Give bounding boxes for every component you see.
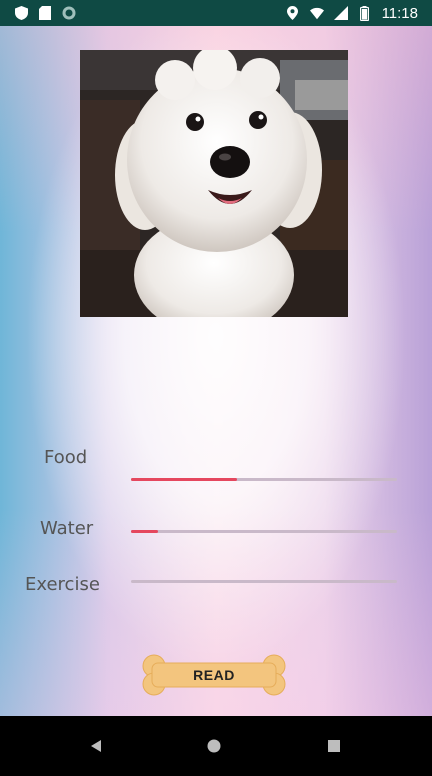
food-progress-bar	[131, 478, 397, 481]
food-progress-fill	[131, 478, 238, 481]
recents-button[interactable]	[322, 734, 346, 758]
stat-label-exercise: Exercise	[25, 574, 100, 595]
wifi-icon	[309, 6, 324, 20]
read-button[interactable]: READ	[140, 654, 288, 696]
dog-photo-graphic	[80, 50, 348, 317]
back-icon	[91, 740, 101, 752]
battery-icon	[358, 5, 372, 21]
signal-icon	[333, 6, 348, 20]
dog-photo	[80, 50, 348, 317]
location-icon	[286, 6, 300, 20]
navigation-bar	[0, 716, 432, 776]
status-time: 11:18	[381, 4, 418, 22]
exercise-progress-bar	[131, 580, 397, 583]
shield-icon	[14, 6, 28, 20]
stat-label-water: Water	[40, 518, 94, 539]
read-button-label: READ	[193, 667, 235, 683]
water-progress-fill	[131, 530, 158, 533]
back-button[interactable]	[84, 734, 108, 758]
home-button[interactable]	[202, 734, 226, 758]
status-bar: 11:18	[0, 0, 432, 26]
recents-icon	[328, 740, 340, 752]
circle-icon	[62, 6, 76, 20]
water-progress-bar	[131, 530, 397, 533]
stat-label-food: Food	[44, 447, 88, 468]
sd-card-icon	[38, 6, 52, 20]
home-icon	[207, 739, 221, 753]
